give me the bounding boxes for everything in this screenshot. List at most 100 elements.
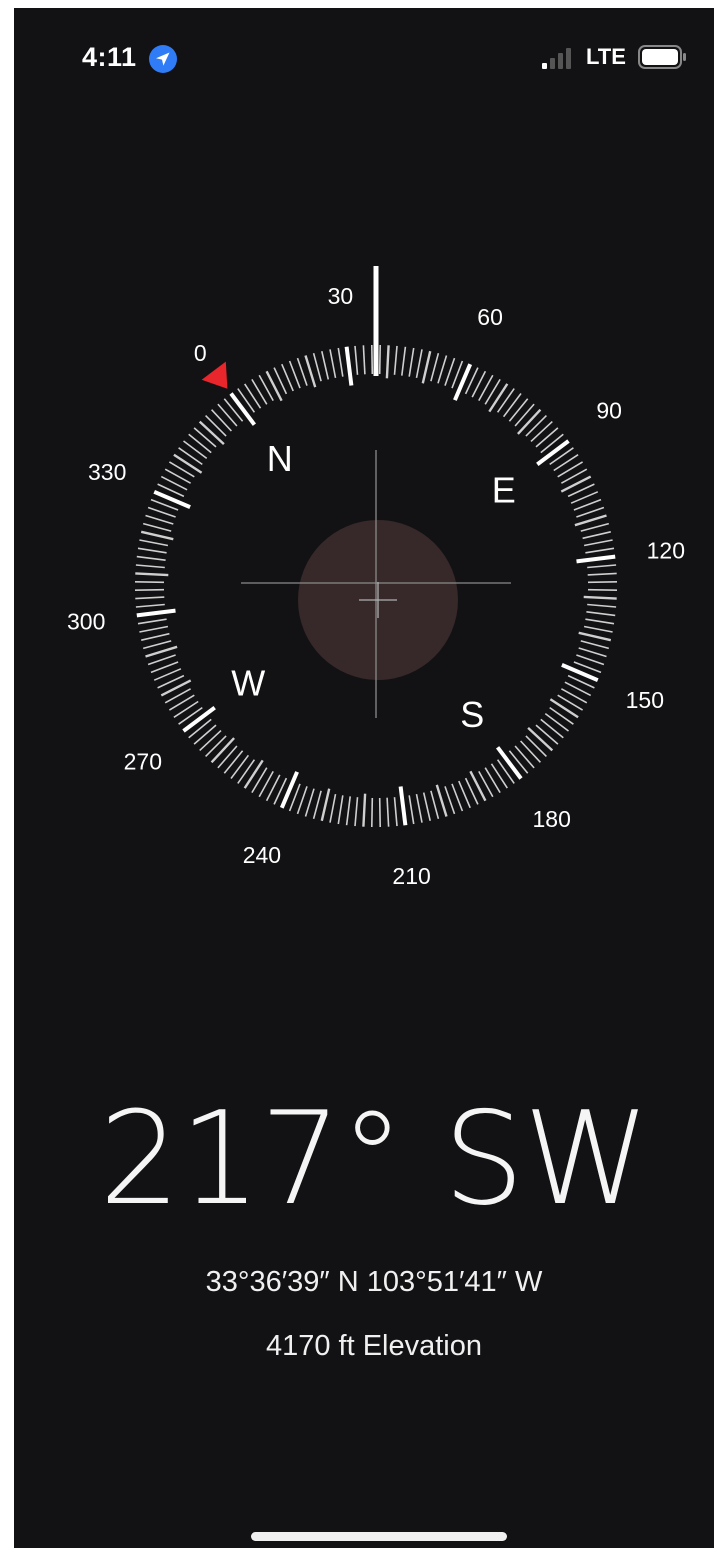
compass-tick [296, 786, 308, 815]
home-indicator[interactable] [251, 1532, 507, 1541]
compass-tick [496, 746, 523, 780]
elevation-text: 4170 ft Elevation [265, 1330, 483, 1362]
compass-tick [142, 522, 172, 532]
compass-tick [408, 347, 415, 377]
compass-tick [393, 345, 398, 375]
compass-tick [451, 783, 464, 812]
compass-tick [137, 618, 167, 625]
compass-tick [430, 352, 440, 382]
compass-tick [583, 625, 613, 633]
compass-tick [378, 344, 381, 375]
compass-tick [136, 608, 176, 618]
compass-tick [576, 506, 605, 518]
compass-tick [583, 539, 613, 547]
compass-tick [312, 352, 322, 382]
compass-tick [583, 595, 617, 600]
compass-tick [136, 555, 166, 561]
compass-tick [312, 790, 322, 820]
compass-tick [422, 792, 431, 821]
compass-tick [321, 351, 330, 380]
compass-tick [337, 795, 344, 825]
compass-tick [514, 403, 535, 427]
compass-tick [237, 759, 256, 784]
compass-tick [147, 506, 176, 518]
degree-label-330: 330 [88, 459, 126, 485]
compass-tick [229, 392, 256, 426]
compass-tick [198, 420, 225, 445]
compass-tick [371, 797, 374, 828]
degree-label-240: 240 [243, 842, 281, 868]
compass-tick [535, 724, 559, 745]
compass-tick [587, 581, 618, 584]
compass-tick [244, 383, 262, 409]
compass-tick [544, 712, 569, 732]
compass-tick [337, 347, 344, 377]
compass-tick [580, 640, 610, 650]
compass-tick [578, 647, 607, 658]
compass-tick [147, 654, 176, 666]
compass-tick [153, 489, 191, 509]
compass-tick [141, 632, 170, 641]
compass-tick [508, 398, 529, 422]
compass-tick [265, 370, 283, 402]
compass-tick [430, 790, 440, 820]
compass-tick [217, 403, 238, 427]
compass-tick [576, 554, 616, 564]
compass-tick [135, 564, 165, 569]
compass-tick [210, 737, 235, 764]
compass-tick [304, 355, 317, 388]
compass-tick [525, 735, 547, 757]
compass-tick [574, 514, 607, 527]
compass-tick [580, 522, 610, 532]
compass-tick [217, 745, 238, 769]
compass-tick [573, 498, 602, 511]
compass-tick [134, 588, 165, 591]
compass-tick [362, 793, 367, 827]
compass-tick [576, 654, 605, 666]
compass-tick [578, 631, 612, 642]
cardinal-south: S [460, 694, 484, 735]
compass-tick [199, 730, 222, 751]
compass-tick [354, 345, 359, 375]
compass-tick [549, 698, 579, 719]
compass-tick [182, 705, 216, 733]
compass-tick [453, 363, 473, 401]
compass-tick [437, 355, 448, 384]
degree-label-90: 90 [596, 397, 622, 423]
compass-tick [527, 727, 554, 752]
compass-tick [173, 700, 199, 718]
compass-tick [150, 661, 179, 674]
compass-tick [444, 786, 456, 815]
compass-tick [535, 427, 559, 448]
degree-label-150: 150 [626, 687, 664, 713]
compass-tick [178, 447, 203, 466]
degree-label-30: 30 [328, 283, 354, 309]
heading-readout: 217° SW [99, 1085, 650, 1234]
compass-tick [490, 763, 508, 789]
compass-tick [304, 788, 315, 817]
compass-tick [540, 718, 564, 739]
compass-tick [145, 514, 174, 525]
coordinates-text[interactable]: 33°36′39″ N 103°51′41″ W [14, 1266, 714, 1299]
compass-tick [385, 345, 390, 379]
compass-tick [435, 784, 448, 817]
compass-tick [329, 349, 337, 379]
compass-tick [139, 625, 169, 633]
compass-tick [137, 547, 167, 554]
compass-tick [496, 388, 515, 413]
compass-tick [288, 360, 301, 389]
compass-tick [140, 530, 174, 541]
compass-tick [329, 793, 337, 823]
degree-label-120: 120 [647, 537, 685, 563]
compass-tick [502, 393, 522, 418]
compass-tick [560, 475, 592, 493]
degree-label-60: 60 [477, 304, 503, 330]
compass-tick [345, 796, 351, 826]
compass-tick [557, 461, 584, 478]
compass-tick [362, 345, 366, 375]
compass-tick [469, 770, 487, 802]
compass-dial[interactable]: 210 240 270 300 330 0 30 60 90 120 150 180 N E S W [14, 8, 714, 1008]
compass-tick [145, 645, 178, 658]
compass-tick [134, 581, 165, 584]
compass-screen: 4:11 LTE 210 240 270 300 330 0 30 60 90 120 150 180… [14, 8, 714, 1548]
